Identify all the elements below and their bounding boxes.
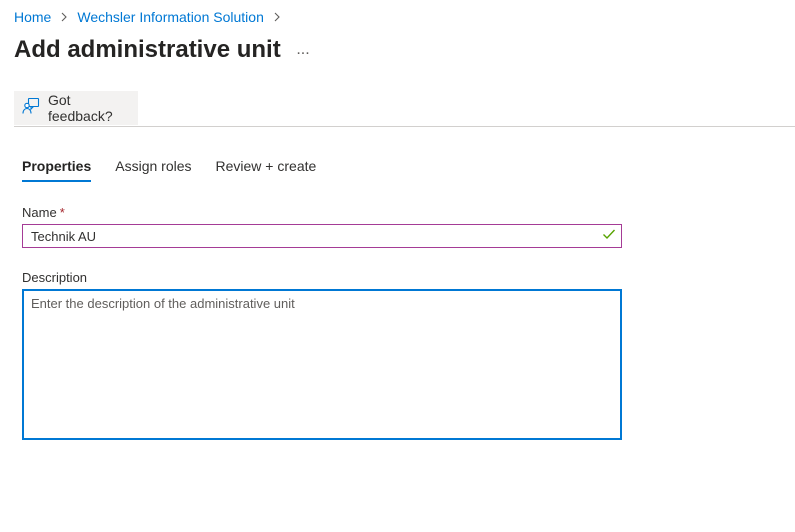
description-field-label: Description xyxy=(22,270,88,285)
tab-properties[interactable]: Properties xyxy=(22,156,92,182)
tab-review-create[interactable]: Review + create xyxy=(216,156,317,182)
tab-assign-roles[interactable]: Assign roles xyxy=(115,156,191,182)
toolbar-divider xyxy=(14,126,795,127)
required-marker: * xyxy=(59,205,65,220)
page-title: Add administrative unit xyxy=(14,36,281,63)
chevron-right-icon xyxy=(55,8,73,26)
feedback-button[interactable]: Got feedback? xyxy=(14,91,138,125)
breadcrumb: Home Wechsler Information Solution xyxy=(14,8,290,26)
chevron-right-icon xyxy=(268,8,286,26)
checkmark-icon xyxy=(601,226,621,247)
name-field xyxy=(22,224,622,248)
description-textarea[interactable] xyxy=(22,289,622,440)
feedback-label: Got feedback? xyxy=(48,92,113,124)
breadcrumb-tenant-link[interactable]: Wechsler Information Solution xyxy=(77,8,264,26)
breadcrumb-home-link[interactable]: Home xyxy=(14,8,51,26)
name-field-label: Name * xyxy=(22,205,65,220)
tab-bar: Properties Assign roles Review + create xyxy=(22,156,340,182)
feedback-person-icon xyxy=(22,97,40,120)
name-input[interactable] xyxy=(23,226,601,246)
more-options-button[interactable]: ... xyxy=(292,38,314,62)
name-label-text: Name xyxy=(22,205,57,220)
